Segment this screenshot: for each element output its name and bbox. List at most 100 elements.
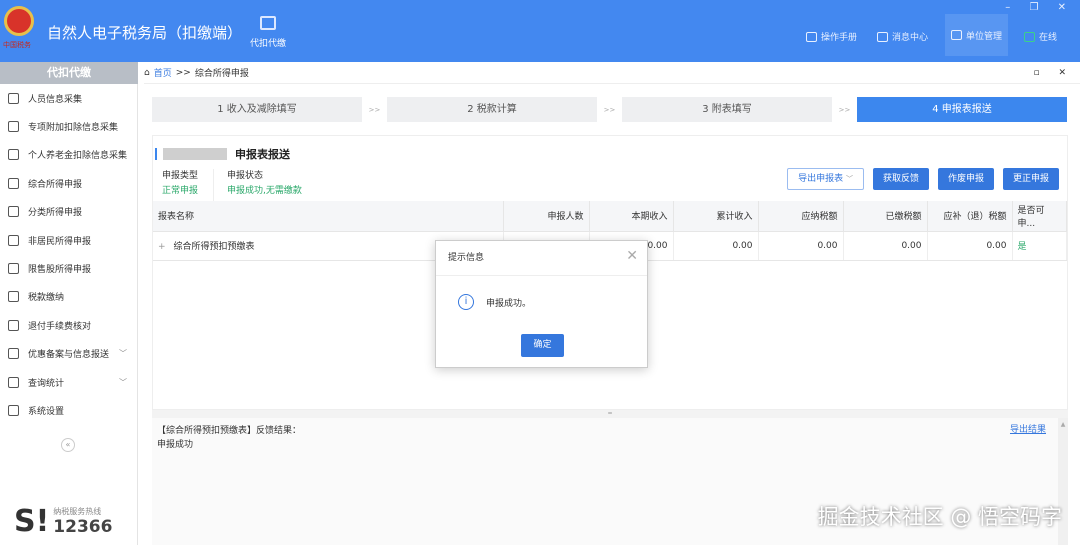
sidebar-item-label: 人员信息采集 <box>28 94 83 105</box>
type-value: 正常申报 <box>162 186 199 196</box>
status-label: 申报状态 <box>227 171 264 181</box>
menu-icon <box>8 291 19 303</box>
sidebar-item-label: 专项附加扣除信息采集 <box>28 123 119 134</box>
sidebar-item[interactable]: 非居民所得申报 <box>0 226 137 254</box>
chevron-down-icon: ﹀ <box>119 377 127 387</box>
sidebar-item[interactable]: 综合所得申报 <box>0 169 137 197</box>
col-header[interactable]: 应补（退）税额 <box>927 201 1013 232</box>
report-status: 申报状态申报成功,无需缴款 <box>227 169 302 199</box>
menu-icon <box>8 121 19 133</box>
step-2[interactable]: 2 税款计算 <box>387 97 597 122</box>
step-bar: 1 收入及减除填写 >> 2 税款计算 >> 3 附表填写 >> 4 申报表报送 <box>152 97 1068 122</box>
sidebar-item[interactable]: 人员信息采集 <box>0 84 137 112</box>
sidebar-item[interactable]: 分类所得申报 <box>0 198 137 226</box>
export-result-link[interactable]: 导出结果 <box>1010 423 1046 437</box>
divider <box>213 169 214 203</box>
col-header[interactable]: 累计收入 <box>673 201 759 232</box>
col-header[interactable]: 申报人数 <box>503 201 590 232</box>
col-header[interactable]: 本期收入 <box>589 201 674 232</box>
breadcrumb-home[interactable]: 首页 <box>154 66 172 79</box>
info-icon: i <box>458 294 474 310</box>
step-4[interactable]: 4 申报表报送 <box>857 97 1067 122</box>
menu-icon <box>8 92 19 104</box>
collapse-sidebar-button[interactable]: « <box>61 438 75 452</box>
headset-icon: S! <box>14 504 50 539</box>
type-label: 申报类型 <box>162 171 199 181</box>
nav-online-status[interactable]: 在线 <box>1024 30 1057 43</box>
nav-messages[interactable]: 消息中心 <box>877 30 928 43</box>
correct-report-button[interactable]: 更正申报 <box>1002 168 1059 190</box>
sidebar-item[interactable]: 优惠备案与信息报送 ﹀ <box>0 340 137 368</box>
tax-emblem-logo <box>4 6 34 36</box>
status-value: 申报成功,无需缴款 <box>227 186 302 196</box>
chevron-down-icon: ﹀ <box>845 175 853 183</box>
report-name: 综合所得预扣预缴表 <box>173 242 255 252</box>
breadcrumb: ⌂ 首页 >> 综合所得申报 <box>144 62 1080 84</box>
step-sep: >> <box>603 105 616 114</box>
sidebar-item[interactable]: 系统设置 <box>0 396 137 424</box>
sidebar-item-label: 综合所得申报 <box>28 179 83 190</box>
app-title: 自然人电子税务局（扣缴端） <box>47 24 243 42</box>
window-controls[interactable]: – ❐ ✕ <box>1005 2 1074 13</box>
export-report-dropdown[interactable]: 导出申报表 ﹀ <box>787 168 864 190</box>
module-label: 代扣代缴 <box>249 39 286 49</box>
title-accent <box>155 148 157 160</box>
feedback-result: 申报成功 <box>157 440 194 450</box>
app-header: 中国税务 自然人电子税务局（扣缴端） 代扣代缴 操作手册 消息中心 单位管理 在… <box>0 0 1080 62</box>
hotline-label: 纳税服务热线 <box>53 507 102 516</box>
sidebar-item[interactable]: 个人养老金扣除信息采集 <box>0 141 137 169</box>
step-1[interactable]: 1 收入及减除填写 <box>152 97 362 122</box>
sidebar-item[interactable]: 查询统计 ﹀ <box>0 368 137 396</box>
building-icon <box>951 30 962 40</box>
col-header[interactable]: 报表名称 <box>153 201 504 232</box>
col-header[interactable]: 已缴税额 <box>843 201 928 232</box>
hotline-number: 12366 <box>53 517 113 537</box>
sidebar-item[interactable]: 限售股所得申报 <box>0 254 137 282</box>
void-report-button[interactable]: 作废申报 <box>937 168 994 190</box>
sidebar-tab[interactable]: 代扣代缴 <box>0 62 138 84</box>
confirm-button[interactable]: 确定 <box>521 334 564 357</box>
sidebar-item[interactable]: 专项附加扣除信息采集 <box>0 112 137 140</box>
document-icon <box>806 31 817 42</box>
sidebar-item-label: 系统设置 <box>28 406 65 417</box>
col-header[interactable]: 是否可申... <box>1012 201 1067 232</box>
cell-cum-income: 0.00 <box>673 231 759 261</box>
step-sep: >> <box>838 105 851 114</box>
menu-icon <box>8 319 19 331</box>
tab-controls[interactable]: ▫ ✕ <box>1033 68 1074 78</box>
col-header[interactable]: 应纳税额 <box>758 201 844 232</box>
sidebar-item-label: 查询统计 <box>28 378 65 389</box>
nav-unit-management[interactable]: 单位管理 <box>945 14 1009 56</box>
info-dialog: 提示信息 ✕ i 申报成功。 确定 <box>435 240 648 368</box>
menu-icon <box>8 177 19 189</box>
module-withholding[interactable]: 代扣代缴 <box>246 16 290 49</box>
home-icon: ⌂ <box>144 67 150 78</box>
sidebar-item[interactable]: 税款缴纳 <box>0 283 137 311</box>
logo-caption: 中国税务 <box>3 41 31 49</box>
close-icon[interactable]: ✕ <box>626 248 638 264</box>
sidebar-item-label: 优惠备案与信息报送 <box>28 350 110 361</box>
dialog-message: 申报成功。 <box>486 298 532 309</box>
watermark: 掘金技术社区 @ 悟空码字 <box>817 505 1062 529</box>
breadcrumb-sep: >> <box>175 67 191 78</box>
breadcrumb-current: 综合所得申报 <box>194 69 249 79</box>
wallet-icon <box>260 16 276 30</box>
resize-splitter[interactable]: ═ <box>152 410 1068 418</box>
cell-tax-payable: 0.00 <box>758 231 844 261</box>
sidebar-item[interactable]: 退付手续费核对 <box>0 311 137 339</box>
sidebar-item-label: 非居民所得申报 <box>28 236 92 247</box>
get-feedback-button[interactable]: 获取反馈 <box>872 168 929 190</box>
monitor-icon <box>1024 31 1035 42</box>
expand-icon[interactable]: + <box>158 242 166 252</box>
menu-icon <box>8 348 19 360</box>
chevron-down-icon: ﹀ <box>119 349 127 359</box>
nav-manual[interactable]: 操作手册 <box>806 30 857 43</box>
cell-tax-paid: 0.00 <box>843 231 928 261</box>
step-3[interactable]: 3 附表填写 <box>622 97 832 122</box>
step-sep: >> <box>368 105 381 114</box>
nav-label: 消息中心 <box>892 33 929 43</box>
sidebar-item-label: 退付手续费核对 <box>28 321 92 332</box>
redacted-company <box>163 148 227 160</box>
nav-label: 在线 <box>1039 33 1058 43</box>
sidebar-item-label: 分类所得申报 <box>28 208 83 219</box>
